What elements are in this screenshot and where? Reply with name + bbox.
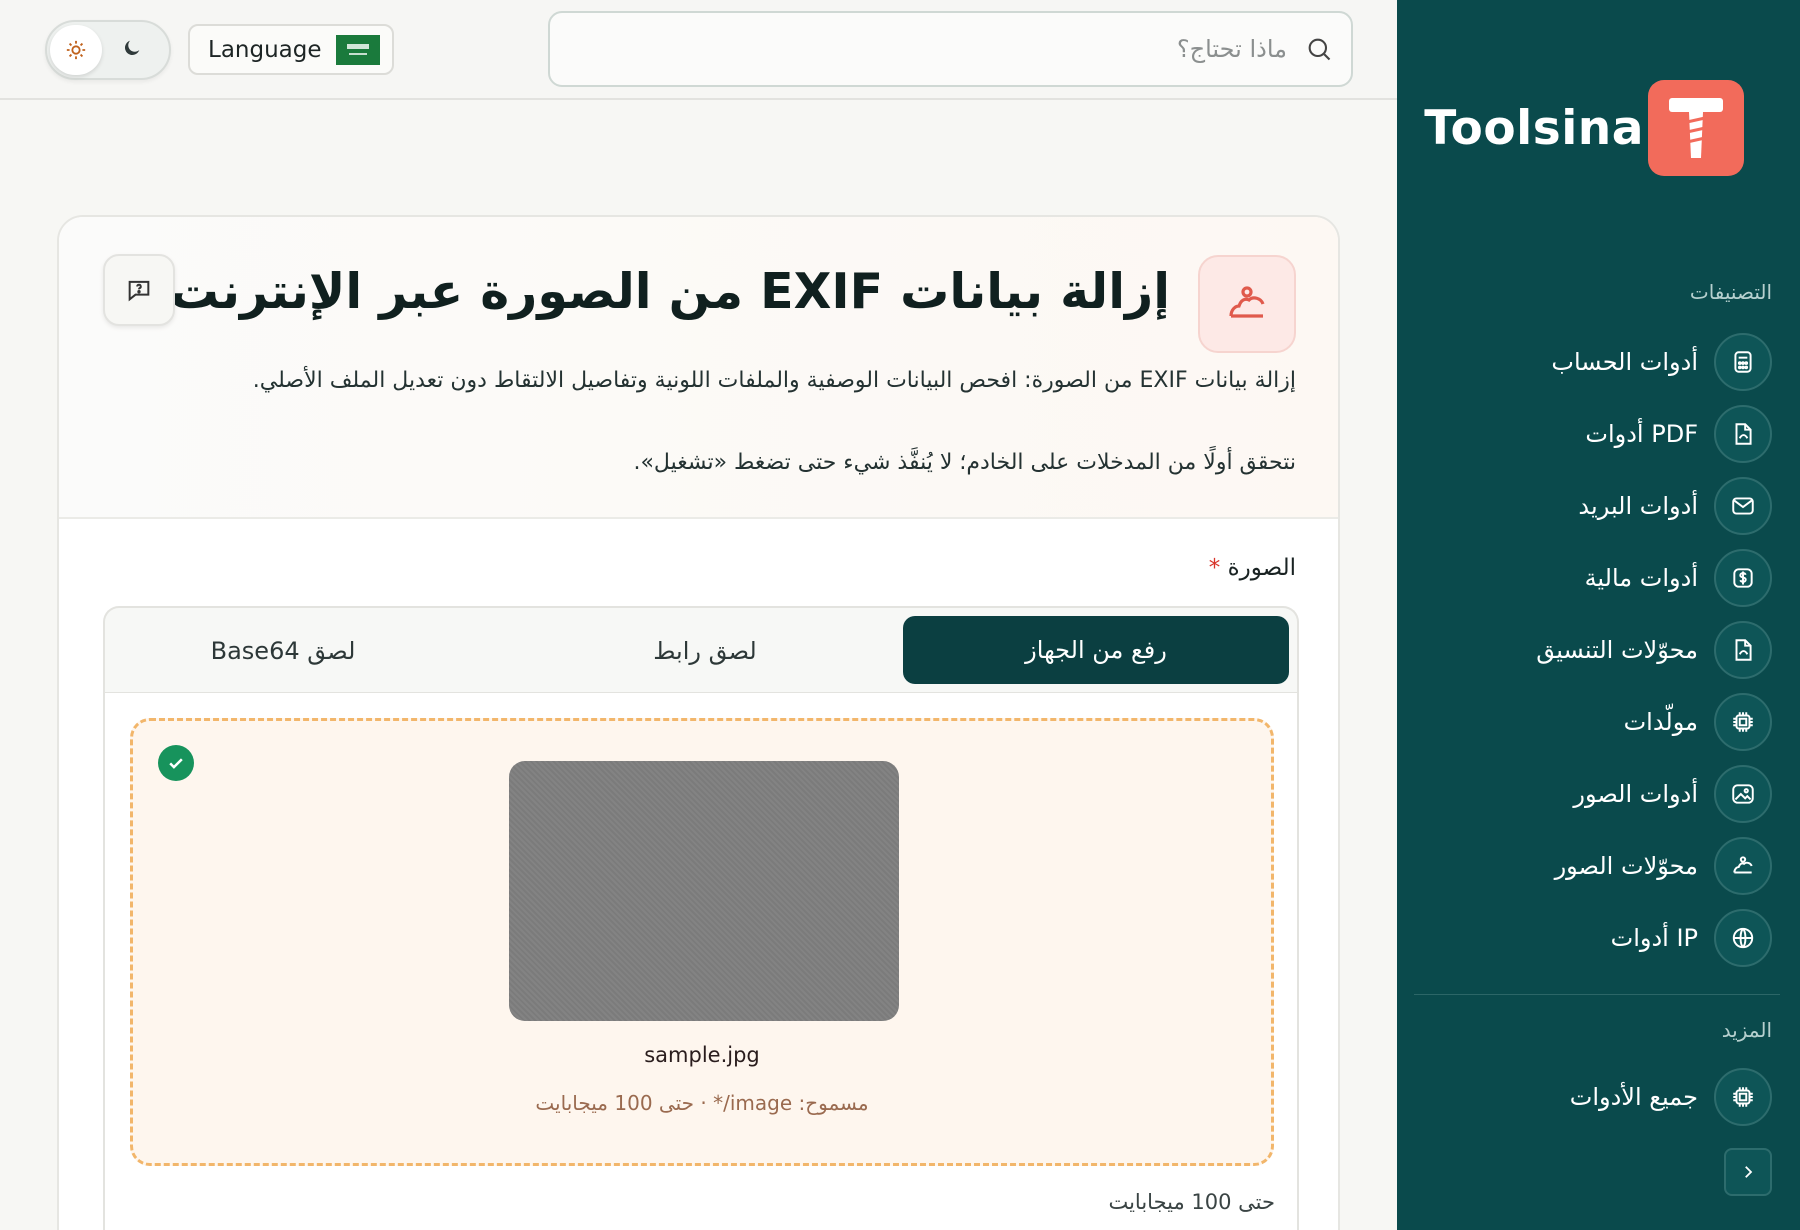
sidebar-item-label: أدوات الصور [1573,780,1698,808]
more-heading: المزيد [1721,1018,1772,1042]
allowed-types-text: مسموح: image/* · حتى 100 ميجابايت [535,1091,869,1115]
file-icon [1714,405,1772,463]
image-icon [1714,765,1772,823]
required-mark: * [1208,555,1221,581]
dollar-icon [1714,549,1772,607]
categories-heading: التصنيفات [1689,280,1772,304]
file-dropzone[interactable]: sample.jpg مسموح: image/* · حتى 100 ميجا… [130,718,1274,1166]
check-icon [158,745,194,781]
sidebar-item-finance-tools[interactable]: أدوات مالية [1417,542,1772,614]
tool-description: إزالة بيانات EXIF من الصورة: افحص البيان… [252,368,1296,393]
image-convert-icon [1714,837,1772,895]
sidebar-item-label: أدوات IP [1610,924,1698,952]
globe-icon [1714,909,1772,967]
image-convert-icon [1198,255,1296,353]
calculator-icon [1714,333,1772,391]
tool-note: نتحقق أولًا من المدخلات على الخادم؛ لا ي… [633,450,1296,475]
sidebar-item-label: أدوات PDF [1585,420,1698,448]
sidebar-more-nav: جميع الأدوات [1417,1061,1772,1133]
sidebar: Toolsina التصنيفات أدوات الحساب أدوات PD… [1397,0,1800,1230]
upload-panel: sample.jpg مسموح: image/* · حتى 100 ميجا… [103,692,1299,1230]
language-button[interactable]: Language [188,24,394,75]
file-convert-icon [1714,621,1772,679]
sidebar-item-mail-tools[interactable]: أدوات البريد [1417,470,1772,542]
sidebar-item-format-converters[interactable]: محوّلات التنسيق [1417,614,1772,686]
sidebar-item-label: جميع الأدوات [1569,1083,1698,1111]
input-source-tabs: رفع من الجهاز لصق رابط لصق Base64 [103,606,1299,694]
mail-icon [1714,477,1772,535]
chip-icon [1714,1068,1772,1126]
sidebar-item-generators[interactable]: مولّدات [1417,686,1772,758]
tab-paste-base64[interactable]: لصق Base64 [105,608,461,694]
sidebar-item-label: أدوات البريد [1578,492,1698,520]
chip-icon [1714,693,1772,751]
sidebar-item-pdf-tools[interactable]: أدوات PDF [1417,398,1772,470]
theme-toggle[interactable] [45,20,171,80]
image-preview [509,761,899,1021]
search-input[interactable]: ماذا تحتاج؟ [548,11,1353,87]
help-chat-icon [128,280,150,302]
sidebar-divider [1414,994,1780,995]
sidebar-collapse-button[interactable] [1724,1148,1772,1196]
sidebar-item-label: أدوات الحساب [1551,348,1698,376]
moon-icon[interactable] [119,35,145,61]
help-button[interactable] [103,254,175,326]
tab-paste-url[interactable]: لصق رابط [505,608,905,694]
toolsina-logo-icon [1648,80,1744,176]
search-placeholder: ماذا تحتاج؟ [1176,35,1287,63]
search-icon [1308,38,1331,61]
tool-card: إزالة بيانات EXIF من الصورة عبر الإنترنت… [57,215,1340,1230]
tab-upload-from-device[interactable]: رفع من الجهاز [903,616,1289,684]
sidebar-item-label: محوّلات التنسيق [1536,636,1698,664]
saudi-flag-icon [335,34,380,65]
size-limit-text: حتى 100 ميجابايت [1108,1190,1275,1214]
image-field-label: الصورة * [1209,555,1296,581]
top-bar: ماذا تحتاج؟ Language [0,0,1397,100]
brand-logo[interactable]: Toolsina [1418,80,1744,176]
language-label: Language [208,36,322,63]
file-name: sample.jpg [644,1043,760,1067]
sun-icon[interactable] [50,25,102,75]
page-title: إزالة بيانات EXIF من الصورة عبر الإنترنت [169,263,1170,320]
sidebar-item-calculator-tools[interactable]: أدوات الحساب [1417,326,1772,398]
brand-name: Toolsina [1424,100,1644,156]
field-label-text: الصورة [1227,555,1296,581]
sidebar-item-ip-tools[interactable]: أدوات IP [1417,902,1772,974]
sidebar-item-image-tools[interactable]: أدوات الصور [1417,758,1772,830]
sidebar-item-label: أدوات مالية [1584,564,1698,592]
sidebar-item-all-tools[interactable]: جميع الأدوات [1417,1061,1772,1133]
sidebar-item-image-converters[interactable]: محوّلات الصور [1417,830,1772,902]
sidebar-item-label: محوّلات الصور [1554,852,1698,880]
sidebar-nav: أدوات الحساب أدوات PDF أدوات البريد أدوا… [1417,326,1772,974]
sidebar-item-label: مولّدات [1623,708,1698,736]
chevron-right-icon [1745,1166,1753,1178]
tool-header: إزالة بيانات EXIF من الصورة عبر الإنترنت… [59,217,1338,519]
